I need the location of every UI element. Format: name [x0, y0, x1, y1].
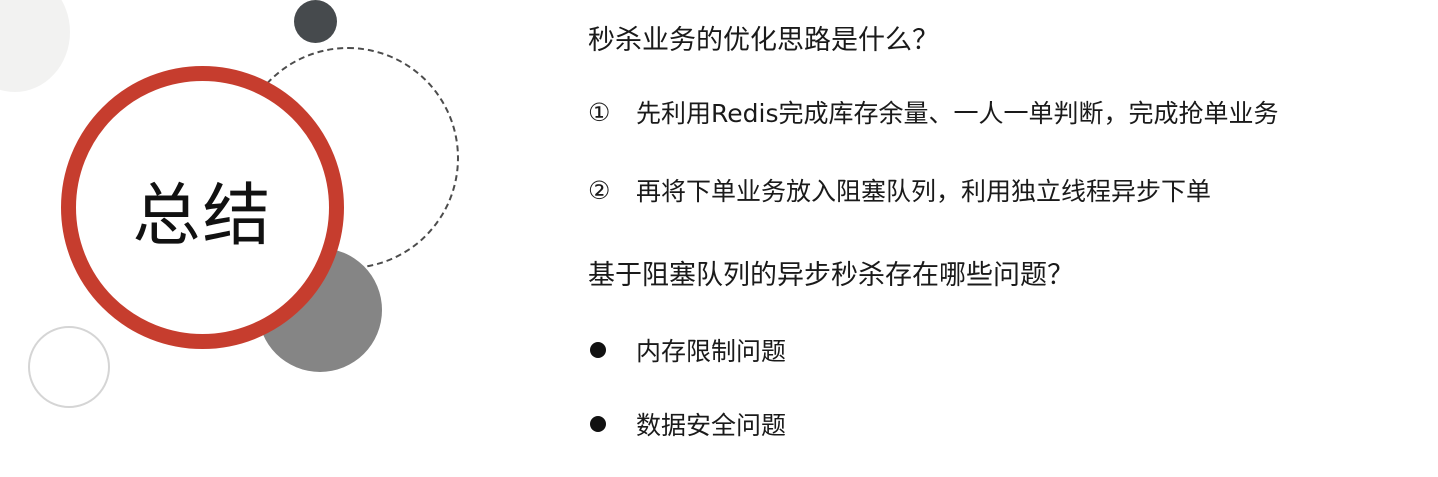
decorative-thin-ring — [28, 326, 110, 408]
item-text: 再将下单业务放入阻塞队列，利用独立线程异步下单 — [636, 177, 1212, 206]
bullet-icon — [590, 342, 606, 358]
decorative-blob-top-left — [0, 0, 70, 92]
list-item: 数据安全问题 — [588, 406, 786, 442]
question-optimization: 秒杀业务的优化思路是什么？ — [588, 25, 939, 56]
item-text: 数据安全问题 — [636, 411, 787, 440]
item-text: 内存限制问题 — [636, 337, 787, 366]
item-number-marker: ② — [588, 175, 611, 205]
summary-badge: 总结 — [61, 66, 344, 349]
list-item: ① 先利用Redis完成库存余量、一人一单判断，完成抢单业务 — [588, 94, 1278, 130]
item-text: 先利用Redis完成库存余量、一人一单判断，完成抢单业务 — [636, 99, 1279, 128]
list-item: ② 再将下单业务放入阻塞队列，利用独立线程异步下单 — [588, 172, 1211, 208]
list-item: 内存限制问题 — [588, 332, 786, 368]
decorative-dark-dot — [294, 0, 337, 43]
summary-title: 总结 — [132, 177, 273, 256]
question-problems: 基于阻塞队列的异步秒杀存在哪些问题？ — [588, 260, 1074, 291]
bullet-icon — [590, 416, 606, 432]
item-number-marker: ① — [588, 97, 611, 127]
